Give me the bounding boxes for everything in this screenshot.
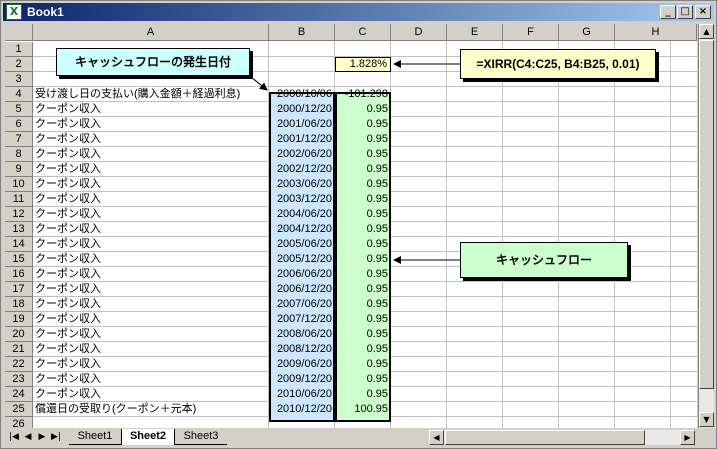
- worksheet-grid[interactable]: A B C D E F G H 1 2 3 4 5 6 7 8 9 10 11 12 13 14 15 16 1…: [5, 24, 697, 428]
- excel-app-icon[interactable]: X: [6, 4, 22, 20]
- tab-sheet1[interactable]: Sheet1: [69, 429, 121, 445]
- prev-sheet-button[interactable]: ◀: [21, 430, 35, 444]
- first-sheet-button[interactable]: |◀: [7, 430, 21, 444]
- horizontal-scrollbar[interactable]: ◀ ▶: [429, 430, 695, 445]
- last-sheet-button[interactable]: ▶|: [49, 430, 63, 444]
- scroll-down-button[interactable]: ▼: [699, 412, 714, 427]
- arrows-layer: [250, 60, 460, 264]
- minimize-button[interactable]: _: [660, 5, 676, 19]
- excel-window: X Book1 _ □ × A B C D E F G H 1234567891…: [0, 0, 717, 449]
- sheet-tab-bar: |◀ ◀ ▶ ▶| Sheet1 Sheet2 Sheet3 ◀ ▶: [5, 429, 714, 446]
- scroll-left-button[interactable]: ◀: [429, 430, 444, 445]
- close-button[interactable]: ×: [695, 5, 711, 19]
- scroll-right-button[interactable]: ▶: [680, 430, 695, 445]
- scroll-up-button[interactable]: ▲: [699, 24, 714, 39]
- arrow-to-dates: [250, 76, 268, 91]
- title-bar[interactable]: X Book1 _ □ ×: [3, 3, 714, 21]
- horizontal-scroll-thumb[interactable]: [445, 430, 645, 445]
- vertical-scrollbar[interactable]: ▲ ▼: [698, 24, 714, 428]
- tab-sheet3[interactable]: Sheet3: [175, 429, 227, 445]
- tab-sheet2[interactable]: Sheet2: [121, 429, 175, 445]
- maximize-button[interactable]: □: [677, 5, 693, 19]
- next-sheet-button[interactable]: ▶: [35, 430, 49, 444]
- vertical-scroll-thumb[interactable]: [699, 40, 714, 389]
- window-title: Book1: [27, 5, 64, 19]
